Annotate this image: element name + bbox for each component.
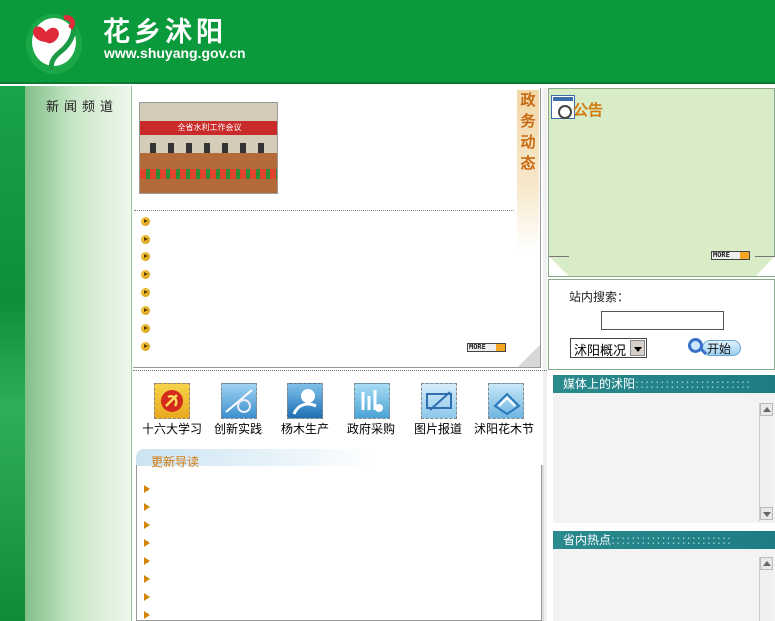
gov-label-char: 动 [520, 133, 536, 151]
news-divider [134, 210, 514, 211]
nav-news-channel[interactable]: 新闻频道 [46, 96, 118, 115]
photo-banner-text: 全省水利工作会议 [140, 121, 277, 135]
search-label: 站内搜索： [569, 290, 630, 304]
left-decorative-strip [0, 86, 25, 621]
notice-more-button[interactable]: MORE [711, 251, 750, 260]
media-title-bar: 媒体上的沭阳::::::::::::::::::::::: [553, 375, 775, 393]
more-arrow-icon [496, 344, 505, 351]
media-scrollbar[interactable] [759, 403, 773, 521]
news-bullet-icon[interactable] [141, 288, 150, 297]
update-bullet-icon[interactable] [144, 593, 150, 601]
updates-list-box [136, 465, 542, 621]
category-label[interactable]: 创新实践 [214, 420, 262, 437]
page-fold-corner [518, 345, 540, 367]
province-scrollbar[interactable] [759, 557, 773, 621]
procurement-icon[interactable] [354, 383, 390, 419]
photo-report-icon[interactable] [421, 383, 457, 419]
site-url[interactable]: www.shuyang.gov.cn [104, 45, 246, 61]
innovation-icon[interactable] [221, 383, 257, 419]
category-label[interactable]: 十六大学习 [142, 420, 202, 437]
media-dots: ::::::::::::::::::::::: [635, 377, 752, 391]
news-bullet-icon[interactable] [141, 217, 150, 226]
category-label[interactable]: 杨木生产 [281, 420, 329, 437]
update-bullet-icon[interactable] [144, 611, 150, 619]
news-bullet-icon[interactable] [141, 252, 150, 261]
site-section-select[interactable]: 沭阳概况 [570, 338, 647, 359]
notice-person-icon [551, 95, 575, 119]
flower-festival-icon[interactable] [488, 383, 524, 419]
category-label[interactable]: 政府采购 [347, 420, 395, 437]
news-bullet-icon[interactable] [141, 235, 150, 244]
chevron-down-icon[interactable] [630, 340, 645, 356]
start-label[interactable]: 开始 [707, 340, 731, 357]
scroll-up-icon[interactable] [760, 403, 773, 416]
news-bullet-icon[interactable] [141, 270, 150, 279]
media-panel [553, 375, 775, 523]
gov-label-char: 务 [520, 112, 536, 130]
more-label: MORE [713, 251, 730, 259]
flower-heart-logo-icon[interactable] [24, 6, 88, 76]
news-bullet-icon[interactable] [141, 324, 150, 333]
media-title: 媒体上的沭阳 [563, 377, 636, 391]
more-arrow-icon [740, 252, 749, 259]
update-bullet-icon[interactable] [144, 521, 150, 529]
site-title: 花乡沭阳 [103, 17, 227, 48]
gov-label-char: 政 [520, 91, 536, 109]
province-title-bar: 省内热点:::::::::::::::::::::::: [553, 531, 775, 549]
update-bullet-icon[interactable] [144, 503, 150, 511]
site-header: 花乡沭阳 www.shuyang.gov.cn [0, 0, 775, 84]
gov-label-char: 态 [520, 154, 536, 172]
gov-news-more-button[interactable]: MORE [467, 343, 506, 352]
more-label: MORE [469, 343, 486, 351]
scroll-up-icon[interactable] [760, 557, 773, 570]
category-label[interactable]: 沭阳花木节 [474, 420, 534, 437]
province-title: 省内热点 [563, 533, 612, 547]
update-bullet-icon[interactable] [144, 557, 150, 565]
update-bullet-icon[interactable] [144, 485, 150, 493]
left-nav-column [25, 86, 132, 621]
scroll-down-icon[interactable] [760, 507, 773, 520]
party-emblem-icon[interactable] [154, 383, 190, 419]
category-label[interactable]: 图片报道 [414, 420, 462, 437]
poplar-tree-icon[interactable] [287, 383, 323, 419]
update-bullet-icon[interactable] [144, 539, 150, 547]
category-area [133, 370, 547, 450]
gov-news-section-label: 政 务 动 态 [517, 90, 539, 250]
province-dots: :::::::::::::::::::::::: [611, 533, 733, 547]
update-bullet-icon[interactable] [144, 575, 150, 583]
notice-corner-right [755, 256, 775, 276]
news-bullet-icon[interactable] [141, 306, 150, 315]
news-photo[interactable]: 全省水利工作会议 [139, 102, 278, 194]
news-bullet-icon[interactable] [141, 342, 150, 351]
notice-title: 公告 [573, 101, 604, 119]
photo-flowers [140, 169, 277, 179]
select-value: 沭阳概况 [574, 344, 627, 359]
notice-corner-left [549, 256, 569, 276]
search-input[interactable] [601, 311, 724, 330]
